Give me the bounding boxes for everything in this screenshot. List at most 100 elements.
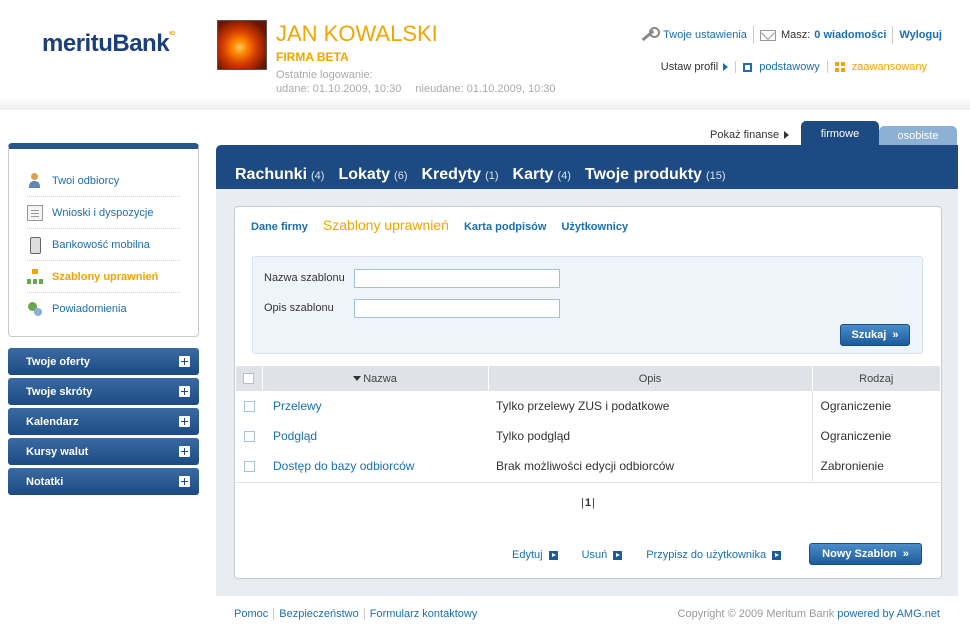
tab-label: Twoje produkty (584, 166, 702, 183)
plus-icon[interactable] (179, 416, 190, 427)
logout-link[interactable]: Wyloguj (899, 29, 942, 41)
sidebar-item-mobile-banking[interactable]: Bankowość mobilna (27, 229, 180, 261)
show-finance-label: Pokaż finanse (710, 129, 790, 141)
plus-icon[interactable] (179, 386, 190, 397)
accordion-label: Kursy walut (26, 445, 89, 458)
set-profile-label: Ustaw profil (654, 61, 735, 73)
tab-cards[interactable]: Karty (4) (513, 166, 571, 184)
login-success: udane: 01.10.2009, 10:30 (276, 83, 402, 95)
edit-button[interactable]: Edytuj (512, 549, 558, 561)
arrow-right-icon (784, 131, 790, 139)
templates-table: Nazwa Opis Rodzaj Przelewy Tylko przelew… (236, 366, 940, 481)
plus-icon[interactable] (179, 446, 190, 457)
tab-accounts[interactable]: Rachunki (4) (235, 166, 324, 184)
accordion-offers[interactable]: Twoje oferty (8, 348, 199, 375)
template-desc-input[interactable] (354, 299, 560, 318)
column-desc-header[interactable]: Opis (487, 366, 812, 391)
new-template-button[interactable]: Nowy Szablon » (809, 543, 922, 565)
assign-to-user-button[interactable]: Przypisz do użytkownika (646, 549, 782, 561)
sidebar-item-label[interactable]: Twoi odbiorcy (52, 175, 119, 187)
template-name-link[interactable]: Przelewy (273, 399, 322, 413)
row-desc-cell: Brak możliwości edycji odbiorców (496, 459, 675, 473)
profile-advanced[interactable]: zaawansowany (826, 61, 934, 73)
new-template-label: Nowy Szablon (822, 548, 897, 560)
column-name-header[interactable]: Nazwa (261, 366, 488, 391)
plus-icon[interactable] (179, 476, 190, 487)
person-icon (27, 172, 43, 189)
footer-contact-link[interactable]: Formularz kontaktowy (363, 608, 483, 620)
plus-icon[interactable] (179, 356, 190, 367)
tab-loans[interactable]: Kredyty (1) (422, 166, 499, 184)
edit-label: Edytuj (512, 549, 543, 561)
page-current[interactable]: 1 (585, 497, 591, 509)
settings-link-label[interactable]: Twoje ustawienia (663, 29, 747, 41)
sidebar-item-label[interactable]: Bankowość mobilna (52, 239, 150, 251)
double-chevron-right-icon: » (902, 548, 909, 560)
footer-security-link[interactable]: Bezpieczeństwo (273, 608, 364, 620)
user-name: JAN KOWALSKI (276, 21, 438, 46)
sidebar-item-label[interactable]: Wnioski i dyspozycje (52, 207, 153, 219)
row-checkbox[interactable] (243, 431, 255, 443)
footer-help-link[interactable]: Pomoc (234, 608, 273, 620)
profile-switcher: Ustaw profil podstawowy zaawansowany (654, 61, 934, 73)
pager-separator: | (592, 497, 595, 509)
column-type-header[interactable]: Rodzaj (811, 366, 940, 391)
subtab-users[interactable]: Użytkownicy (561, 221, 628, 233)
row-checkbox[interactable] (243, 461, 255, 473)
row-desc-cell: Tylko podgląd (496, 429, 571, 443)
tab-your-products[interactable]: Twoje produkty (15) (585, 166, 726, 184)
tab-deposits[interactable]: Lokaty (6) (338, 166, 407, 184)
row-checkbox[interactable] (243, 401, 255, 413)
template-name-link[interactable]: Podgląd (273, 429, 317, 443)
table-header-row: Nazwa Opis Rodzaj (236, 366, 940, 391)
row-type-cell: Ograniczenie (811, 391, 940, 421)
select-all-checkbox[interactable] (243, 373, 255, 385)
accordion-notes[interactable]: Notatki (8, 468, 199, 495)
search-button[interactable]: Szukaj » (840, 324, 910, 346)
login-failed: nieudane: 01.10.2009, 10:30 (415, 83, 556, 95)
settings-link[interactable]: Twoje ustawienia (633, 26, 753, 44)
table-row: Dostęp do bazy odbiorców Brak możliwości… (236, 451, 940, 481)
envelope-icon (759, 29, 776, 41)
subtab-signature-card[interactable]: Karta podpisów (464, 221, 547, 233)
profile-basic-link[interactable]: podstawowy (759, 61, 820, 73)
messages-prefix: Masz: (780, 29, 811, 41)
template-name-input[interactable] (354, 269, 560, 288)
grid-icon (834, 62, 845, 72)
row-select-cell (236, 421, 262, 451)
accordion-shortcuts[interactable]: Twoje skróty (8, 378, 199, 405)
template-name-label: Nazwa szablonu (264, 272, 345, 284)
avatar (217, 20, 267, 70)
template-name-link[interactable]: Dostęp do bazy odbiorców (273, 459, 414, 473)
accordion-calendar[interactable]: Kalendarz (8, 408, 199, 435)
search-button-label: Szukaj (851, 329, 887, 341)
table-row: Podgląd Tylko podgląd Ograniczenie (236, 421, 940, 451)
tab-count: (1) (485, 170, 499, 182)
subtab-permission-templates[interactable]: Szablony uprawnień (323, 217, 449, 233)
powered-by-link[interactable]: powered by AMG.net (837, 608, 940, 620)
delete-button[interactable]: Usuń (582, 549, 623, 561)
accordion-exchange-rates[interactable]: Kursy walut (8, 438, 199, 465)
pagination: |1| (235, 497, 941, 509)
tab-label: Karty (512, 166, 554, 183)
profile-advanced-link[interactable]: zaawansowany (852, 61, 927, 73)
meritum-bank-logo[interactable]: merituBankю (42, 30, 175, 58)
tab-personal-finance[interactable]: osobiste (879, 126, 957, 146)
profile-basic[interactable]: podstawowy (735, 61, 827, 73)
sidebar-item-requests[interactable]: Wnioski i dyspozycje (27, 197, 180, 229)
sidebar-item-recipients[interactable]: Twoi odbiorcy (27, 165, 180, 197)
sidebar-item-notifications[interactable]: Powiadomienia (27, 293, 180, 325)
tab-company-finance[interactable]: firmowe (801, 121, 879, 146)
sidebar-item-label[interactable]: Powiadomienia (52, 303, 127, 315)
messages-link[interactable]: 0 wiadomości (814, 29, 886, 41)
tab-count: (15) (705, 170, 726, 182)
action-bar: Edytuj Usuń Przypisz do użytkownika (512, 549, 805, 561)
sidebar-item-label[interactable]: Szablony uprawnień (52, 271, 158, 283)
row-name-cell: Dostęp do bazy odbiorców (262, 451, 488, 481)
template-desc-label: Opis szablonu (264, 302, 334, 314)
footer-copyright: Copyright © 2009 Meritum Bank powered by… (678, 608, 940, 620)
document-icon (27, 204, 43, 221)
table-row: Przelewy Tylko przelewy ZUS i podatkowe … (236, 391, 940, 421)
subtab-company-data[interactable]: Dane firmy (251, 221, 308, 233)
sidebar-item-permission-templates[interactable]: Szablony uprawnień (27, 261, 180, 293)
